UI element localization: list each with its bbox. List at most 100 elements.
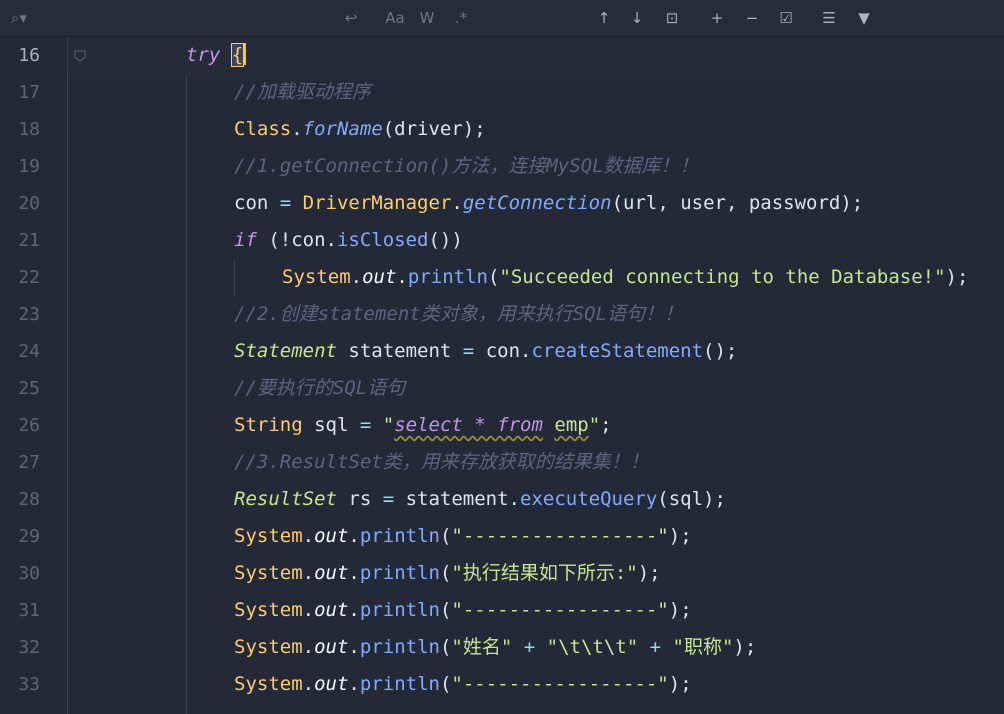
- code-token: (: [487, 266, 500, 288]
- filter-icon[interactable]: ▼: [853, 0, 875, 36]
- code-token: "-----------------": [451, 673, 669, 695]
- code-token: (: [439, 562, 452, 584]
- code-token: ;: [600, 414, 612, 436]
- previous-occurrence-icon[interactable]: ↑: [596, 0, 612, 36]
- line-number: 23: [18, 304, 40, 325]
- code-token: );: [637, 562, 661, 584]
- code-token: (: [439, 673, 452, 695]
- remove-occurrence-icon[interactable]: −: [741, 0, 763, 36]
- code-token: //2.创建statement类对象，用来执行SQL语句！！: [234, 303, 684, 325]
- code-token: out: [314, 562, 349, 584]
- code-token: //1.getConnection()方法，连接MySQL数据库！！: [234, 155, 699, 177]
- code-token: "-----------------": [451, 525, 669, 547]
- code-line[interactable]: //3.ResultSet类，用来存放获取的结果集！！: [234, 444, 649, 481]
- code-token: //加载驱动程序: [234, 81, 371, 103]
- code-token: //要执行的SQL语句: [234, 377, 406, 399]
- code-token: "执行结果如下所示:": [451, 562, 638, 584]
- code-token: "姓名": [451, 636, 513, 658]
- code-line[interactable]: System.out.println("姓名" + "\t\t\t" + "职称…: [234, 629, 756, 666]
- code-token: =: [462, 340, 475, 362]
- code-token: out: [314, 636, 349, 658]
- code-token: .: [302, 673, 315, 695]
- code-token: out: [314, 673, 349, 695]
- filter-settings-icon[interactable]: ☰: [818, 0, 840, 36]
- code-token: (driver);: [382, 118, 486, 140]
- code-token: out: [362, 266, 397, 288]
- code-token: ResultSet: [234, 488, 337, 510]
- code-token: .: [348, 636, 360, 658]
- code-token: forName: [302, 118, 383, 140]
- code-token: .: [302, 562, 315, 584]
- code-editor[interactable]: 16 17 18 19 20 21 22 23 24 25 26 27 28 29 30 31 32 33 try…: [0, 37, 1004, 714]
- code-line[interactable]: Statement statement = con.createStatemen…: [234, 333, 737, 370]
- code-token: .: [348, 673, 360, 695]
- code-token: System: [234, 525, 303, 547]
- code-line[interactable]: System.out.println("-----------------");: [234, 666, 692, 703]
- code-token: =: [279, 192, 292, 214]
- open-in-window-icon[interactable]: ⊡: [663, 0, 681, 36]
- code-line[interactable]: System.out.println("执行结果如下所示:");: [234, 555, 661, 592]
- code-token: .: [302, 636, 315, 658]
- code-line[interactable]: ResultSet rs = statement.executeQuery(sq…: [234, 481, 726, 518]
- fold-marker-icon[interactable]: [74, 50, 86, 62]
- code-line[interactable]: //要执行的SQL语句: [234, 370, 405, 407]
- code-token: );: [945, 266, 969, 288]
- code-line[interactable]: System.out.println("-----------------");: [234, 592, 692, 629]
- words-toggle[interactable]: W: [417, 0, 437, 36]
- code-token: emp: [554, 414, 589, 436]
- line-number: 26: [18, 415, 40, 436]
- line-number: 19: [18, 156, 40, 177]
- code-line[interactable]: Class.forName(driver);: [234, 111, 486, 148]
- find-toolbar: ⌕▾ ↩ Aa W .* ↑ ↓ ⊡ + − ☑ ☰ ▼: [0, 0, 1004, 37]
- matched-brace: {: [230, 43, 245, 67]
- code-line[interactable]: if (!con.isClosed()): [234, 222, 463, 259]
- code-token: .: [451, 192, 463, 214]
- indent-guide: [186, 74, 187, 714]
- code-token: .: [302, 599, 315, 621]
- code-token: );: [668, 525, 692, 547]
- code-line[interactable]: System.out.println("-----------------");: [234, 518, 692, 555]
- code-token: .: [302, 525, 315, 547]
- code-token: (: [439, 636, 452, 658]
- code-token: (: [439, 599, 452, 621]
- line-number: 17: [18, 82, 40, 103]
- regex-toggle[interactable]: .*: [451, 0, 471, 36]
- code-token: Statement: [234, 340, 337, 362]
- code-line[interactable]: String sql = "select * from emp";: [234, 407, 612, 444]
- line-number: 29: [18, 526, 40, 547]
- match-case-toggle[interactable]: Aa: [384, 0, 406, 36]
- code-token: println: [359, 562, 440, 584]
- code-token: (sql);: [657, 488, 726, 510]
- code-token: select * from: [394, 414, 543, 436]
- line-number: 25: [18, 378, 40, 399]
- line-number: 18: [18, 119, 40, 140]
- code-line[interactable]: try {: [186, 37, 247, 74]
- code-line[interactable]: //加载驱动程序: [234, 74, 371, 111]
- search-options-icon[interactable]: ⌕▾: [6, 0, 32, 36]
- regex-wrap-icon[interactable]: ↩: [340, 0, 362, 36]
- code-token: String: [234, 414, 303, 436]
- code-token: System: [234, 636, 303, 658]
- code-token: .: [396, 266, 408, 288]
- code-token: );: [733, 636, 757, 658]
- line-number: 31: [18, 600, 40, 621]
- select-all-occurrences-icon[interactable]: ☑: [775, 0, 797, 36]
- code-token: .: [291, 118, 303, 140]
- code-token: out: [314, 525, 349, 547]
- line-number-gutter: 16 17 18 19 20 21 22 23 24 25 26 27 28 29 30 31 32 33: [0, 37, 70, 714]
- next-occurrence-icon[interactable]: ↓: [629, 0, 645, 36]
- code-line[interactable]: System.out.println("Succeeded connecting…: [282, 259, 968, 296]
- code-line[interactable]: con = DriverManager.getConnection(url, u…: [234, 185, 863, 222]
- code-token: ": [588, 414, 601, 436]
- code-token: println: [359, 599, 440, 621]
- add-occurrence-icon[interactable]: +: [706, 0, 728, 36]
- code-token: con.: [474, 340, 532, 362]
- code-token: "Succeeded connecting to the Database!": [499, 266, 946, 288]
- code-line[interactable]: //1.getConnection()方法，连接MySQL数据库！！: [234, 148, 699, 185]
- code-line[interactable]: //2.创建statement类对象，用来执行SQL语句！！: [234, 296, 683, 333]
- code-token: ()): [428, 229, 463, 251]
- code-token: println: [359, 525, 440, 547]
